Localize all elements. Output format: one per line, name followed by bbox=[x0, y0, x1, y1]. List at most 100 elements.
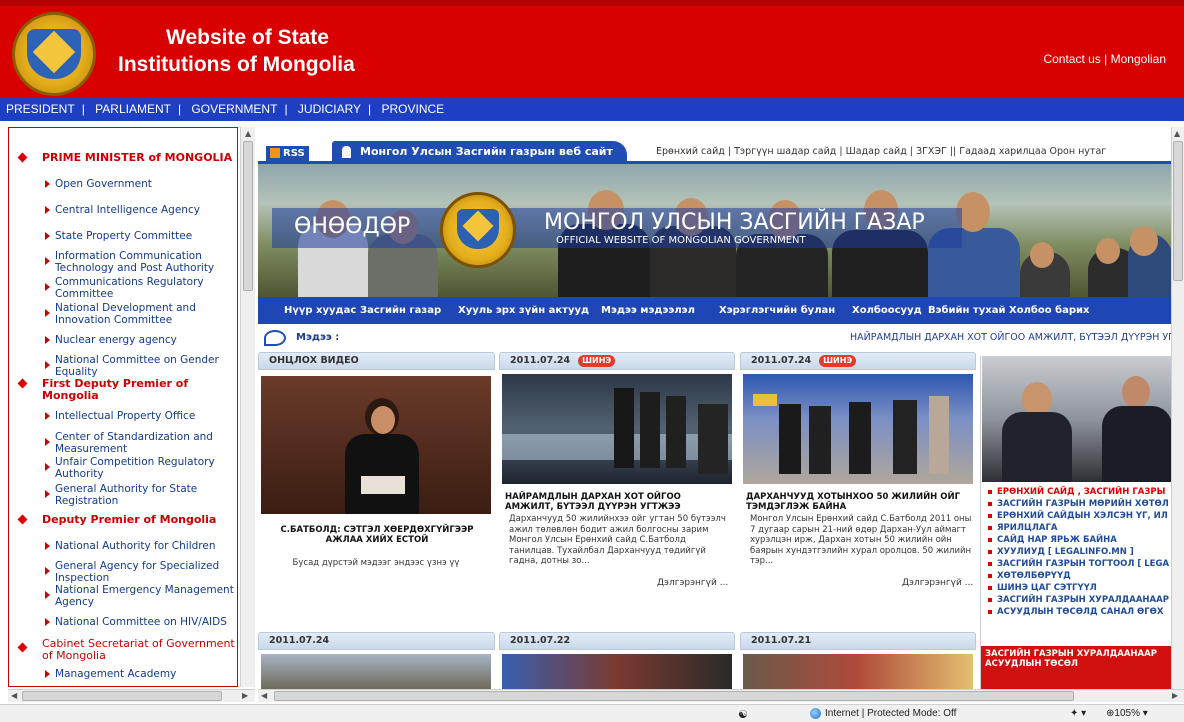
sidebar-section-prime-minister[interactable]: PRIME MINISTER of MONGOLIA bbox=[9, 152, 237, 164]
sidebar-item-inspection[interactable]: General Agency for Specialized Inspectio… bbox=[9, 560, 237, 584]
read-more-link[interactable]: Дэлгэрэнгүй ... bbox=[902, 578, 973, 588]
sidebar-item-nuclear[interactable]: Nuclear energy agency bbox=[9, 334, 237, 346]
sidebar-item-state-property[interactable]: State Property Committee bbox=[9, 230, 237, 242]
right-link[interactable]: ХӨТӨЛБӨРҮҮД bbox=[987, 570, 1171, 582]
right-link[interactable]: ШИНЭ ЦАГ СЭТГҮҮЛ bbox=[987, 582, 1171, 594]
sidebar-item-ict-authority[interactable]: Information Communication Technology and… bbox=[9, 250, 237, 274]
sidebar-scroll-thumb[interactable] bbox=[243, 141, 253, 291]
sidebar-item-academy[interactable]: Management Academy bbox=[9, 668, 237, 680]
menu-links[interactable]: Холбоосууд bbox=[852, 297, 922, 324]
nav-parliament[interactable]: PARLIAMENT bbox=[95, 102, 171, 116]
main-horizontal-scrollbar[interactable]: ◀ ▶ bbox=[258, 689, 1184, 702]
nav-government[interactable]: GOVERNMENT bbox=[191, 102, 277, 116]
main-hscroll-thumb[interactable] bbox=[274, 691, 1074, 701]
news-ticker-bar: Мэдээ : НАЙРАМДЛЫН ДАРХАН ХОТ ОЙГОО АМЖИ… bbox=[258, 326, 1171, 350]
site-title[interactable]: Website of State Institutions of Mongoli… bbox=[118, 24, 355, 78]
right-link[interactable]: ЯРИЛЦЛАГА bbox=[987, 522, 1171, 534]
menu-home[interactable]: Нүүр хуудас bbox=[284, 297, 356, 324]
right-link[interactable]: ЗАСГИЙН ГАЗРЫН МӨРИЙН ХӨТӨЛ bbox=[987, 498, 1171, 510]
news-photo[interactable] bbox=[502, 654, 732, 689]
right-link[interactable]: САЙД НАР ЯРЬЖ БАЙНА bbox=[987, 534, 1171, 546]
right-link[interactable]: ХУУЛИУД [ LEGALINFO.MN ] bbox=[987, 546, 1171, 558]
top-navigation: PRESIDENT | PARLIAMENT | GOVERNMENT | JUDIC… bbox=[0, 97, 1184, 121]
gov-site-tab[interactable]: Монгол Улсын Засгийн газрын веб сайт bbox=[332, 141, 627, 163]
scroll-right-arrow-icon[interactable]: ▶ bbox=[242, 691, 248, 701]
right-link[interactable]: ЗАСГИЙН ГАЗРЫН ХУРАЛДААНААР bbox=[987, 594, 1171, 606]
card-header: 2011.07.24 ШИНЭ bbox=[740, 352, 976, 370]
video-more-link[interactable]: Бусад дүрстэй мэдээг эндээс үзнэ үү bbox=[266, 558, 486, 569]
sidebar-item-children[interactable]: National Authority for Children bbox=[9, 540, 237, 552]
right-link[interactable]: ЕРӨНХИЙ САЙД , ЗАСГИЙН ГАЗРЫ bbox=[987, 486, 1171, 498]
sidebar-horizontal-scrollbar[interactable]: ◀ ▶ bbox=[8, 689, 255, 702]
rss-icon bbox=[270, 148, 280, 158]
scroll-left-arrow-icon[interactable]: ◀ bbox=[261, 691, 267, 701]
right-link[interactable]: ЗАСГИЙН ГАЗРЫН ТОГТООЛ [ LEGA bbox=[987, 558, 1171, 570]
sidebar-section-cabinet[interactable]: Cabinet Secretariat of Government of Mon… bbox=[9, 638, 237, 662]
security-zone[interactable]: Internet | Protected Mode: Off bbox=[810, 708, 956, 719]
sidebar-item-intelligence[interactable]: Central Intelligence Agency bbox=[9, 204, 237, 216]
zoom-control[interactable]: ⊕105% ▾ bbox=[1106, 708, 1148, 719]
sidebar-item-hiv[interactable]: National Committee on HIV/AIDS bbox=[9, 616, 237, 628]
sidebar-frame: PRIME MINISTER of MONGOLIA Open Governme… bbox=[8, 127, 238, 687]
rss-button[interactable]: RSS bbox=[266, 146, 309, 161]
menu-legal-acts[interactable]: Хууль эрх зүйн актууд bbox=[458, 297, 589, 324]
gov-top-links[interactable]: Ерөнхий сайд | Тэргүүн шадар сайд | Шада… bbox=[656, 146, 1106, 157]
scroll-up-arrow-icon[interactable]: ▲ bbox=[1174, 129, 1180, 139]
sidebar-item-communications[interactable]: Communications Regulatory Committee bbox=[9, 276, 237, 300]
nav-province[interactable]: PROVINCE bbox=[382, 102, 445, 116]
sidebar-item-registration[interactable]: General Authority for State Registration bbox=[9, 483, 237, 507]
scroll-right-arrow-icon[interactable]: ▶ bbox=[1172, 691, 1178, 701]
news-photo[interactable] bbox=[743, 654, 973, 689]
nav-president[interactable]: PRESIDENT bbox=[6, 102, 75, 116]
gov-banner: ӨНӨӨДӨР МОНГОЛ УЛСЫН ЗАСГИЙН ГАЗАР OFFIC… bbox=[258, 164, 1171, 297]
menu-about[interactable]: Вэбийн тухай bbox=[928, 297, 1005, 324]
main-vertical-scrollbar[interactable]: ▲ bbox=[1171, 127, 1184, 689]
mongolia-emblem-logo[interactable] bbox=[12, 12, 96, 96]
sidebar-item-open-government[interactable]: Open Government bbox=[9, 178, 237, 190]
featured-video-card: ОНЦЛОХ ВИДЕО С.БАТБОЛД: СЭТГЭЛ ХӨЕРДӨХГҮ… bbox=[258, 352, 495, 628]
news-summary: Дарханчууд 50 жилийнхээ ойг угтан 50 бүт… bbox=[509, 514, 726, 566]
sidebar-vertical-scrollbar[interactable]: ▲ bbox=[240, 127, 255, 687]
sidebar-section-deputy[interactable]: Deputy Premier of Mongolia bbox=[9, 514, 237, 526]
feedback-box[interactable]: ЗАСГИЙН ГАЗРЫН ХУРАЛДААНААР АСУУДЛЫН ТӨС… bbox=[981, 646, 1171, 689]
banner-subtitle: OFFICIAL WEBSITE OF MONGOLIAN GOVERNMENT bbox=[556, 235, 806, 246]
nav-judiciary[interactable]: JUDICIARY bbox=[298, 102, 361, 116]
menu-government[interactable]: Засгийн газар bbox=[360, 297, 441, 324]
sidebar-item-standardization[interactable]: Center of Standardization and Measuremen… bbox=[9, 431, 237, 455]
minister-photo[interactable] bbox=[982, 356, 1171, 482]
sidebar-item-competition[interactable]: Unfair Competition Regulatory Authority bbox=[9, 456, 237, 480]
video-thumbnail[interactable] bbox=[261, 376, 491, 514]
scroll-left-arrow-icon[interactable]: ◀ bbox=[11, 691, 17, 701]
site-header: Website of State Institutions of Mongoli… bbox=[0, 0, 1184, 97]
banner-emblem-logo bbox=[440, 192, 516, 268]
news-label: Мэдээ : bbox=[296, 332, 340, 343]
sidebar-section-first-deputy[interactable]: First Deputy Premier of Mongolia bbox=[9, 378, 237, 402]
news-ticker-text[interactable]: НАЙРАМДЛЫН ДАРХАН ХОТ ОЙГОО АМЖИЛТ, БҮТЭ… bbox=[850, 332, 1171, 343]
main-scroll-thumb[interactable] bbox=[1173, 141, 1183, 281]
menu-contact[interactable]: Холбоо барих bbox=[1009, 297, 1089, 324]
read-more-link[interactable]: Дэлгэрэнгүй ... bbox=[657, 578, 728, 588]
language-link[interactable]: Mongolian bbox=[1111, 52, 1166, 66]
sidebar-hscroll-thumb[interactable] bbox=[22, 691, 222, 701]
sidebar-item-gender[interactable]: National Committee on Gender Equality bbox=[9, 354, 237, 378]
news-card: 2011.07.24 ШИНЭ ДАРХАНЧУУД ХОТЫНХОО 50 ЖИ… bbox=[740, 352, 976, 628]
card-header: 2011.07.24 ШИНЭ bbox=[499, 352, 735, 370]
sidebar-item-emergency[interactable]: National Emergency Management Agency bbox=[9, 584, 237, 608]
menu-news[interactable]: Мэдээ мэдээлэл bbox=[601, 297, 695, 324]
right-link[interactable]: АСУУДЛЫН ТӨСӨЛД САНАЛ ӨГӨХ bbox=[987, 606, 1171, 618]
contact-link[interactable]: Contact us bbox=[1043, 52, 1100, 66]
sidebar-item-ip-office[interactable]: Intellectual Property Office bbox=[9, 410, 237, 422]
gov-topbar: RSS Монгол Улсын Засгийн газрын веб сайт… bbox=[258, 138, 1171, 164]
protected-mode-icon[interactable]: ✦ ▾ bbox=[1070, 708, 1086, 719]
menu-user-corner[interactable]: Хэрэглэгчийн булан bbox=[719, 297, 835, 324]
scroll-up-arrow-icon[interactable]: ▲ bbox=[245, 129, 251, 139]
news-photo[interactable] bbox=[502, 374, 732, 484]
news-title[interactable]: НАЙРАМДЛЫН ДАРХАН ХОТ ОЙГОО АМЖИЛТ, БҮТЭ… bbox=[505, 492, 731, 512]
right-link[interactable]: ЕРӨНХИЙ САЙДЫН ХЭЛСЭН ҮГ, ИЛ bbox=[987, 510, 1171, 522]
news-photo[interactable] bbox=[261, 654, 491, 689]
news-photo[interactable] bbox=[743, 374, 973, 484]
video-title[interactable]: С.БАТБОЛД: СЭТГЭЛ ХӨЕРДӨХГҮЙГЭЭР АЖЛАА Х… bbox=[272, 525, 482, 545]
news-title[interactable]: ДАРХАНЧУУД ХОТЫНХОО 50 ЖИЛИЙН ОЙГ ТЭМДЭГ… bbox=[746, 492, 972, 512]
sidebar-item-development[interactable]: National Development and Innovation Comm… bbox=[9, 302, 237, 326]
card-header: 2011.07.24 bbox=[258, 632, 495, 650]
